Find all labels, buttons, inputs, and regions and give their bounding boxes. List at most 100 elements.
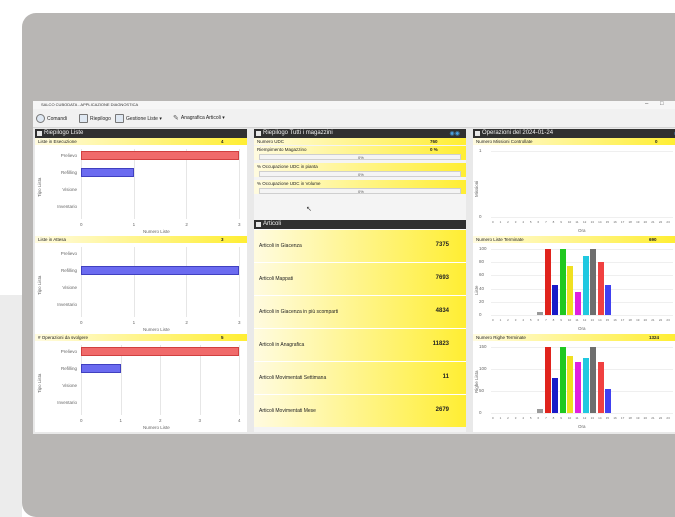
bar [552,377,559,413]
liste-terminate-section: Numero Liste Terminate 690 0 20 40 60 80 100 0… [473,236,675,334]
grid-line [186,247,188,317]
category-label: Refilling [60,170,77,175]
x-tick-label: 10 [567,416,572,420]
article-row: Articoli Movimentati Mese 2679 [254,394,466,427]
x-tick-label: 8 [552,416,555,420]
x-tick-label: 17 [620,220,625,224]
panel-title: Riepilogo Tutti i magazzini [263,130,333,136]
view-toggle-icon[interactable]: ◉◉ [450,130,460,138]
category-label: Inventario [57,302,77,307]
x-tick-label: 3 [198,418,202,423]
stat-label: % Occupazione UDC in Volume [257,181,321,186]
x-tick-label: 9 [560,220,562,224]
section-label: # Operazioni da svolgere [38,335,89,340]
article-label: Articoli in Giacenza in più scomparti [259,309,339,315]
bar [590,249,597,315]
bar [81,151,239,160]
x-tick-label: 0 [80,222,83,227]
panel-header: Riepilogo Liste [35,129,247,138]
x-tick-label: 9 [560,318,562,322]
stat-riempimento: Riempimento Magazzino 0 % 0% [254,146,466,160]
x-tick-label: 22 [658,220,663,224]
article-row: Articoli in Giacenza in più scomparti 48… [254,295,466,328]
x-tick-label: 5 [529,416,532,420]
x-tick-label: 7 [545,220,547,224]
bar [537,408,544,413]
maximize-icon[interactable]: □ [660,101,664,107]
stat-label: Riempimento Magazzino [257,147,307,152]
x-tick-label: 1 [132,320,136,325]
x-tick-label: 0 [492,318,494,322]
stat-value: 760 [430,139,438,144]
y-tick-label: 100 [479,366,487,371]
panel-title: Operazioni del 2024-01-24 [482,130,554,136]
x-tick-label: 4 [522,318,524,322]
missioni-controllate-section: Numero Missioni Controllate 0 0101234567… [473,138,675,236]
y-axis-label: Missioni [474,180,479,197]
x-tick-label: 14 [598,220,602,224]
bar [582,255,589,315]
toolbar-comandi-button[interactable]: Comandi [36,114,67,123]
liste-in-esecuzione-section: Liste in Esecuzione 4 0 1 2 3 Prelievo Refill… [35,138,247,236]
x-tick-label: 2 [185,320,188,325]
vbar-chart: 0 1 0 1 2 3 4 5 6 7 8 9 10 11 12 13 14 15 16 17 18 19 20 21 22 23… [473,145,675,236]
article-value: 4834 [435,308,449,314]
article-value: 2679 [435,407,449,413]
grid-line [81,247,82,317]
hbar-chart: 0 1 2 3 Prelievo Refilling Visione Inventario Nu… [35,145,247,236]
x-tick-label: 20 [643,318,647,322]
x-tick-label: 16 [613,416,617,420]
article-row: Articoli in Giacenza 7375 [254,229,466,262]
section-count: 1324 [649,335,660,340]
x-tick-label: 2 [507,220,509,224]
bar [81,364,121,373]
x-tick-label: 10 [567,220,572,224]
section-label: Liste in Attesa [38,237,67,242]
window-title: SALCO CUBODATA - APPLICAZIONE DIAGNOSTIC… [41,102,139,107]
x-tick-label: 18 [628,220,632,224]
toolbar-anagrafica-button[interactable]: ✎ Anagrafica Articoli ▾ [173,114,225,122]
y-tick-label: 100 [479,246,487,251]
toolbar-item-label: Comandi [47,115,68,122]
x-tick-label: 1 [132,222,136,227]
x-tick-label: 4 [522,220,524,224]
riepilogo-liste-panel: Riepilogo Liste Liste in Esecuzione 4 0 1… [35,129,247,432]
x-tick-label: 8 [552,220,555,224]
x-tick-label: 19 [636,318,640,322]
article-label: Articoli Movimentati Mese [259,408,316,414]
list-icon [115,114,124,123]
x-tick-label: 3 [238,222,241,227]
grid-line [491,217,673,218]
grid-line [239,149,240,219]
bar [574,362,581,413]
stat-label: % Occupazione UDC in pianta [257,164,318,169]
stat-value: 0 % [430,147,438,152]
toolbar-item-label: Anagrafica Articoli ▾ [180,115,225,121]
riepilogo-magazzini-panel: Riepilogo Tutti i magazzini ◉◉ Numero UD… [254,129,466,432]
y-tick-label: 150 [479,344,487,349]
progress-pct: 0% [358,172,364,177]
y-axis-label: Tipo Lista [37,373,42,393]
section-count: 3 [221,237,224,242]
x-tick-label: 22 [658,416,663,420]
bar [597,262,604,315]
articoli-title: Articoli [263,221,282,227]
category-label: Prelievo [60,153,77,158]
x-tick-label: 12 [583,416,587,420]
grid-line [491,413,673,414]
x-tick-label: 11 [575,220,579,224]
toolbar-riepilogo-button[interactable]: Riepilogo [79,114,111,123]
article-label: Articoli Movimentati Settimana [259,375,327,381]
article-row: Articoli in Anagrafica 11823 [254,328,466,361]
x-tick-label: 7 [545,416,547,420]
x-axis-label: Ora [578,326,586,331]
stat-occupazione-pianta: % Occupazione UDC in pianta 0% [254,163,466,177]
x-tick-label: 14 [598,318,602,322]
minimize-icon[interactable]: – [645,101,648,107]
x-tick-label: 16 [613,318,617,322]
section-count: 690 [649,237,657,242]
righe-terminate-section: Numero Righe Terminate 1324 0 50 100 150 0 1 2… [473,334,675,432]
toolbar-gestione-liste-button[interactable]: Gestione Liste ▾ [115,114,162,123]
articoli-section: Articoli Articoli in Giacenza 7375 Artic… [254,220,466,427]
x-tick-label: 6 [537,416,540,420]
